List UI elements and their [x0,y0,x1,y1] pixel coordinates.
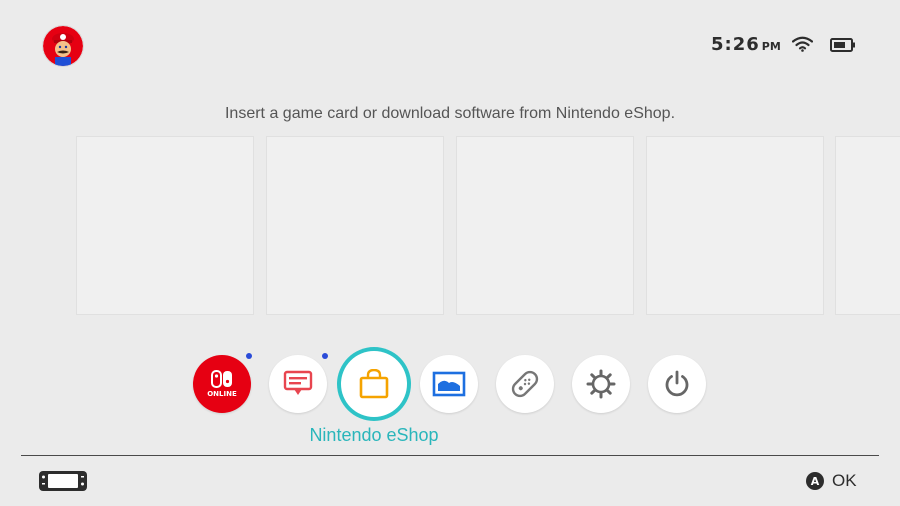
notification-dot [246,353,252,359]
album-icon [432,371,466,397]
software-slot[interactable] [456,136,634,315]
software-slot[interactable] [76,136,254,315]
user-avatar[interactable] [43,26,83,66]
controllers-button[interactable] [496,355,554,413]
joycon-icon [511,370,539,398]
switch-online-icon: ONLINE [207,370,237,398]
news-button[interactable] [269,355,327,413]
home-menu-screen: 5:26 PM Insert a game card or download s… [0,0,900,506]
mario-avatar-icon [43,26,83,66]
handheld-controller-icon [39,471,87,491]
system-settings-button[interactable] [572,355,630,413]
sleep-mode-button[interactable] [648,355,706,413]
software-slot[interactable] [835,136,900,315]
gear-icon [586,369,616,399]
notification-dot [322,353,328,359]
battery-icon [830,38,855,52]
clock-ampm: PM [761,40,781,53]
wifi-icon [792,36,813,52]
switch-logo-icon [210,370,232,388]
nintendo-switch-online-button[interactable]: ONLINE [193,355,251,413]
selected-item-label: Nintendo eShop [309,425,439,445]
empty-library-hint: Insert a game card or download software … [224,105,676,122]
clock: 5:26 PM [711,34,781,55]
album-button[interactable] [420,355,478,413]
software-slot[interactable] [266,136,444,315]
ok-label[interactable]: OK [832,471,857,491]
nintendo-eshop-button[interactable] [341,351,407,417]
shopping-bag-icon [359,369,389,399]
clock-time: 5:26 [711,34,760,55]
a-button-icon: A [806,472,824,490]
news-icon [283,370,313,395]
online-label: ONLINE [207,390,237,398]
power-icon [665,370,689,397]
software-slot[interactable] [646,136,824,315]
footer-divider [21,455,879,456]
